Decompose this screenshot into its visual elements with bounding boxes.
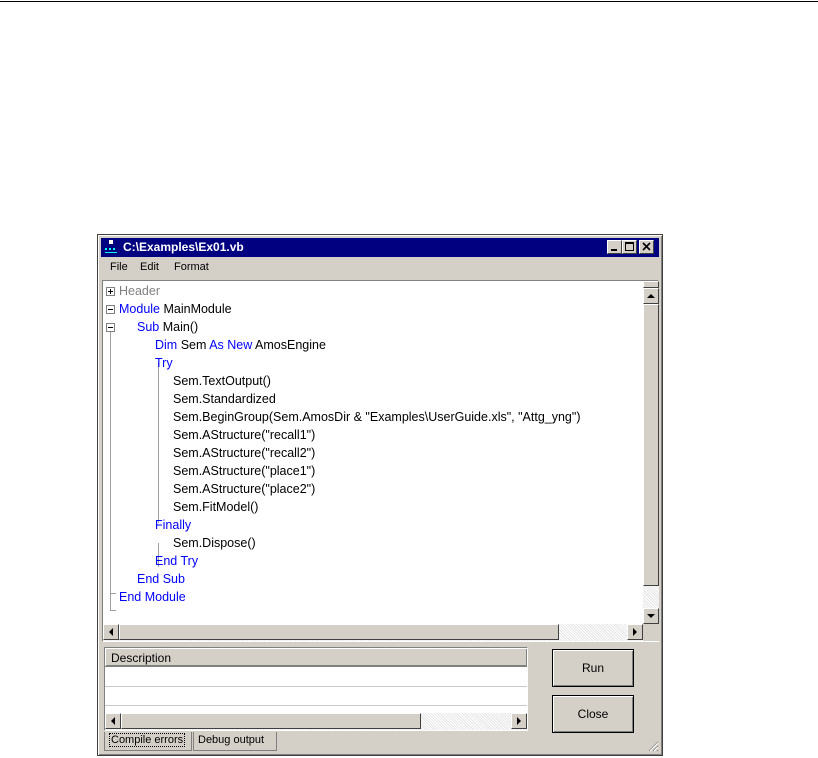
close-window-button[interactable] [639,240,654,254]
scroll-down-button[interactable] [643,608,659,624]
scroll-right-button[interactable] [511,713,527,729]
expand-icon[interactable] [106,287,115,296]
app-icon [105,240,117,253]
page-top-rule [0,1,818,2]
minimize-button[interactable] [607,240,622,254]
menu-file[interactable]: File [110,261,128,273]
code-line: Sem.AStructure("recall1") [173,428,316,442]
menu-bar: File Edit Format [101,259,659,277]
keyword: Sub [137,320,160,334]
fold-guide [110,610,116,611]
maximize-button[interactable] [622,240,637,254]
title-bar[interactable]: C:\Examples\Ex01.vb [101,238,659,257]
list-row-divider [105,686,527,687]
close-icon [642,242,651,251]
fold-guide [110,332,111,610]
code-line-end-sub: End Sub [137,572,185,586]
code-line-end-try: End Try [155,554,199,568]
arrow-left-icon [109,628,113,636]
horizontal-scrollbar[interactable] [103,624,643,641]
code-text: Main() [159,320,199,334]
code-line-dim: Dim Sem As New AmosEngine [155,336,326,354]
arrow-right-icon [633,628,637,636]
scroll-right-button[interactable] [627,624,643,640]
keyword: Module [119,302,160,316]
fold-guide [158,363,159,523]
description-header[interactable]: Description [105,648,527,667]
scroll-thumb[interactable] [643,304,659,586]
code-line: Sem.FitModel() [173,500,259,514]
horizontal-scrollbar[interactable] [105,713,527,730]
code-header: Header [119,284,160,298]
code-line: Sem.AStructure("place1") [173,464,316,478]
arrow-down-icon [647,614,655,618]
arrow-right-icon [517,717,521,725]
arrow-left-icon [111,717,115,725]
code-line-sub: Sub Main() [137,318,198,336]
code-line-end-module: End Module [119,590,186,604]
collapse-icon[interactable] [106,323,115,332]
code-line: Sem.TextOutput() [173,374,271,388]
scroll-up-button[interactable] [643,288,659,304]
menu-format[interactable]: Format [174,261,209,273]
tab-label: Debug output [198,734,265,746]
scroll-left-button[interactable] [105,713,121,729]
code-line: Sem.Dispose() [173,536,256,550]
window-title: C:\Examples\Ex01.vb [123,240,244,254]
keyword: Dim [155,338,178,352]
scroll-thumb[interactable] [121,713,421,729]
tab-debug-output[interactable]: Debug output [193,732,277,751]
tab-compile-errors[interactable]: Compile errors [104,732,192,751]
code-text: MainModule [160,302,232,316]
fold-guide [110,593,116,594]
scroll-left-button[interactable] [103,624,119,640]
tab-label: Compile errors [109,733,186,747]
description-panel: Description [104,647,528,731]
code-text: AmosEngine [252,338,326,352]
scrollbar-corner [643,624,659,641]
code-text: Sem [177,338,210,352]
arrow-up-icon [647,294,655,298]
run-button[interactable]: Run [552,649,634,687]
code-line-try: Try [155,356,173,370]
collapse-icon[interactable] [106,305,115,314]
description-header-label: Description [111,651,172,665]
minimize-icon [611,249,617,251]
maximize-icon [625,242,634,251]
code-line: Sem.Standardized [173,392,276,406]
code-line: Sem.AStructure("recall2") [173,446,316,460]
code-line: Sem.BeginGroup(Sem.AmosDir & "Examples\U… [173,410,581,424]
code-line-module: Module MainModule [119,300,232,318]
code-line-finally: Finally [155,518,192,532]
close-button[interactable]: Close [552,695,634,733]
resize-grip-icon[interactable] [647,740,659,752]
menu-edit[interactable]: Edit [140,261,159,273]
code-editor[interactable]: Header Module MainModule Sub Main() Dim … [102,280,659,642]
scroll-thumb[interactable] [643,281,659,288]
keyword: As New [209,338,253,352]
script-editor-window: C:\Examples\Ex01.vb File Edit Format Hea… [97,234,663,756]
list-row-divider [105,705,527,706]
vertical-scrollbar[interactable] [643,281,659,624]
scroll-thumb[interactable] [119,624,559,640]
code-line: Sem.AStructure("place2") [173,482,316,496]
